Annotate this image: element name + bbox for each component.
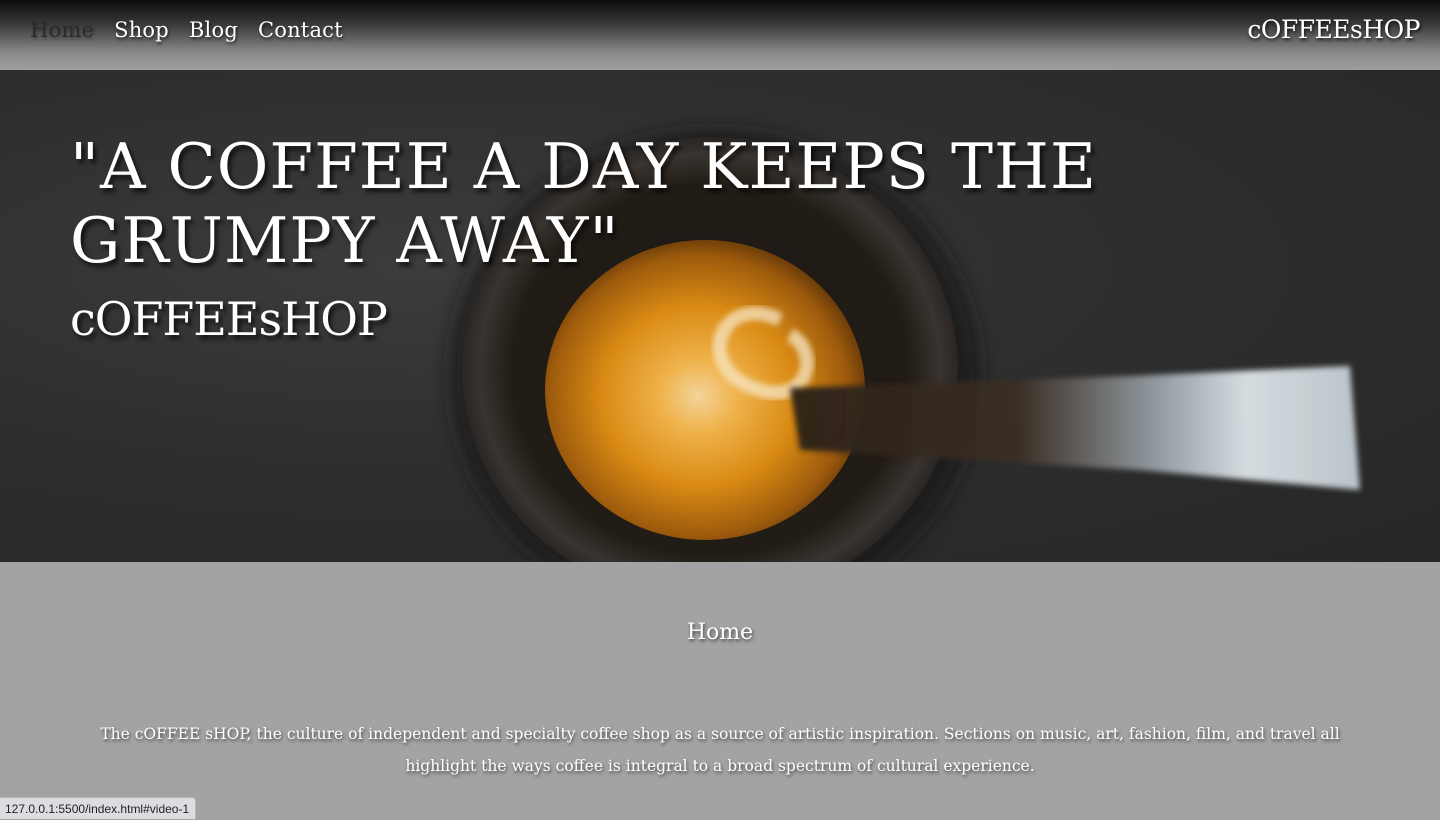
nav-link-home[interactable]: Home	[30, 18, 94, 42]
hero-video-section: "A COFFEE A DAY KEEPS THE GRUMPY AWAY" c…	[0, 70, 1440, 562]
nav-link-contact[interactable]: Contact	[258, 18, 343, 42]
nav-link-shop[interactable]: Shop	[114, 18, 169, 42]
brand-logo[interactable]: cOFFEEsHOP	[1247, 15, 1420, 44]
top-navbar: Home Shop Blog Contact cOFFEEsHOP	[0, 0, 1440, 70]
hero-quote: "A COFFEE A DAY KEEPS THE GRUMPY AWAY"	[70, 130, 1097, 277]
home-section: Home The cOFFEE sHOP, the culture of ind…	[0, 562, 1440, 819]
nav-link-blog[interactable]: Blog	[189, 18, 238, 42]
nav-links: Home Shop Blog Contact	[30, 18, 343, 42]
section-title: Home	[686, 620, 754, 645]
browser-status-url: 127.0.0.1:5500/index.html#video-1	[0, 797, 197, 819]
section-description: The cOFFEE sHOP, the culture of independ…	[100, 725, 1340, 775]
hero-subtitle: cOFFEEsHOP	[70, 292, 388, 346]
